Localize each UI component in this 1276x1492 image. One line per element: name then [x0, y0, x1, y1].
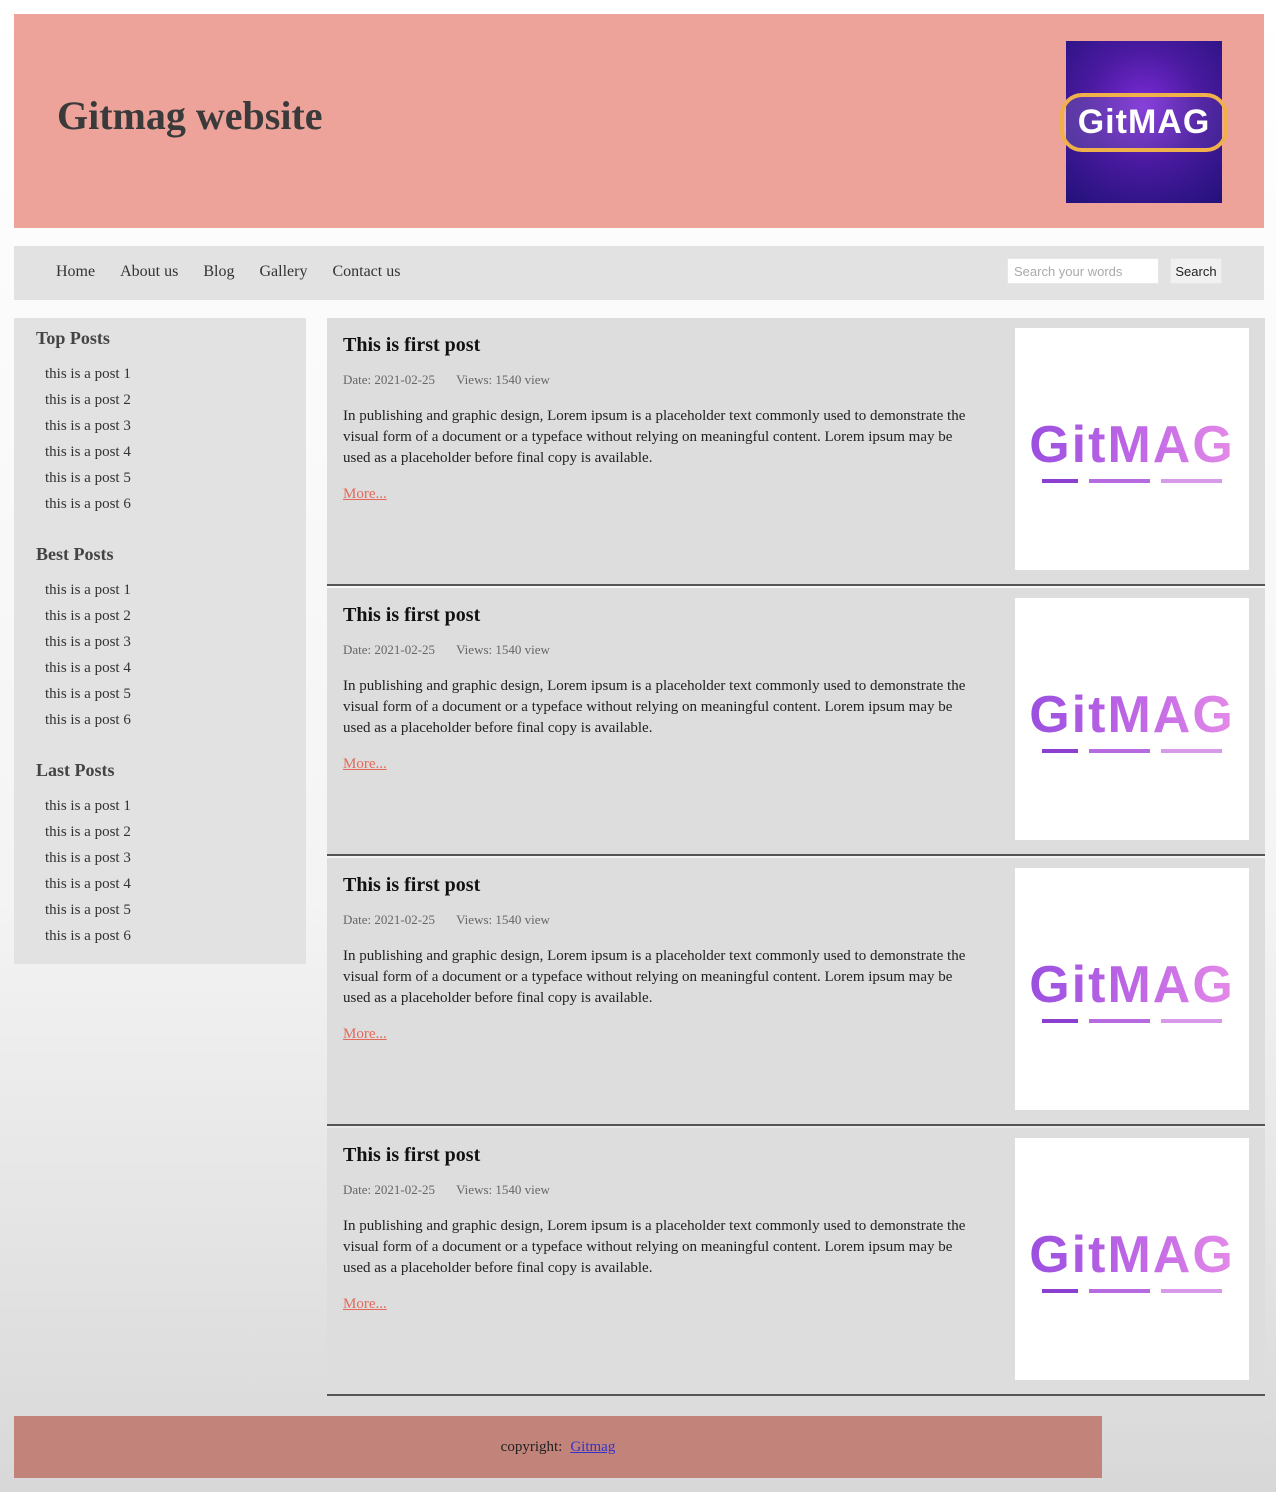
sidebar: Top Posts this is a post 1 this is a pos… [14, 318, 306, 964]
sidebar-post-link[interactable]: this is a post 2 [45, 387, 131, 413]
sidebar-post-link[interactable]: this is a post 4 [45, 439, 131, 465]
post-body: In publishing and graphic design, Lorem … [343, 678, 966, 736]
post-views: Views: 1540 view [456, 372, 550, 387]
search-input[interactable] [1007, 258, 1159, 284]
post-meta: Date: 2021-02-25 Views: 1540 view [343, 372, 568, 388]
sidebar-post-link[interactable]: this is a post 2 [45, 603, 131, 629]
post-card: This is first post Date: 2021-02-25 View… [327, 1128, 1265, 1396]
nav-blog[interactable]: Blog [203, 263, 234, 281]
sidebar-post-link[interactable]: this is a post 4 [45, 871, 131, 897]
nav-home[interactable]: Home [56, 263, 95, 281]
nav-links: Home About us Blog Gallery Contact us [56, 263, 400, 281]
post-title[interactable]: This is first post [343, 874, 480, 897]
sidebar-post-link[interactable]: this is a post 6 [45, 923, 131, 949]
post-meta: Date: 2021-02-25 Views: 1540 view [343, 1182, 568, 1198]
navbar: Home About us Blog Gallery Contact us Se… [14, 246, 1264, 300]
logo-subtitle-stroke [1042, 1019, 1222, 1023]
post-card: This is first post Date: 2021-02-25 View… [327, 588, 1265, 856]
footer-gitmag-link[interactable]: Gitmag [570, 1439, 615, 1456]
top-posts-section: Top Posts this is a post 1 this is a pos… [36, 328, 131, 517]
nav-gallery[interactable]: Gallery [259, 263, 307, 281]
post-more-link[interactable]: More... [343, 1296, 387, 1313]
best-posts-section: Best Posts this is a post 1 this is a po… [36, 544, 131, 733]
top-posts-list: this is a post 1 this is a post 2 this i… [36, 361, 131, 517]
post-image-logo-text: GitMAG [1029, 956, 1235, 1014]
post-image: GitMAG [1015, 328, 1249, 570]
sidebar-post-link[interactable]: this is a post 5 [45, 681, 131, 707]
post-image: GitMAG [1015, 868, 1249, 1110]
post-more-link[interactable]: More... [343, 1026, 387, 1043]
post-date: Date: 2021-02-25 [343, 912, 436, 927]
sidebar-post-link[interactable]: this is a post 1 [45, 577, 131, 603]
search-button[interactable]: Search [1170, 258, 1222, 284]
post-image: GitMAG [1015, 598, 1249, 840]
post-image-logo-text: GitMAG [1029, 416, 1235, 474]
post-title[interactable]: This is first post [343, 334, 480, 357]
post-views: Views: 1540 view [456, 642, 550, 657]
post-date: Date: 2021-02-25 [343, 372, 436, 387]
logo-subtitle-stroke [1042, 749, 1222, 753]
site-header: Gitmag website GitMAG [14, 14, 1264, 228]
sidebar-post-link[interactable]: this is a post 3 [45, 629, 131, 655]
post-views: Views: 1540 view [456, 1182, 550, 1197]
nav-about-us[interactable]: About us [120, 263, 178, 281]
best-posts-heading: Best Posts [36, 544, 114, 564]
post-body: In publishing and graphic design, Lorem … [343, 408, 966, 466]
post-body: In publishing and graphic design, Lorem … [343, 948, 966, 1006]
site-title: Gitmag website [57, 93, 323, 138]
sidebar-post-link[interactable]: this is a post 1 [45, 361, 131, 387]
post-image-logo-text: GitMAG [1029, 1226, 1235, 1284]
post-title[interactable]: This is first post [343, 1144, 480, 1167]
post-date: Date: 2021-02-25 [343, 1182, 436, 1197]
header-logo-text: GitMAG [1059, 92, 1229, 152]
nav-contact-us[interactable]: Contact us [332, 263, 400, 281]
post-meta: Date: 2021-02-25 Views: 1540 view [343, 642, 568, 658]
best-posts-list: this is a post 1 this is a post 2 this i… [36, 577, 131, 733]
sidebar-post-link[interactable]: this is a post 5 [45, 897, 131, 923]
last-posts-list: this is a post 1 this is a post 2 this i… [36, 793, 131, 949]
site-footer: copyright: Gitmag [14, 1416, 1102, 1478]
post-card: This is first post Date: 2021-02-25 View… [327, 318, 1265, 586]
sidebar-post-link[interactable]: this is a post 6 [45, 707, 131, 733]
sidebar-post-link[interactable]: this is a post 4 [45, 655, 131, 681]
post-date: Date: 2021-02-25 [343, 642, 436, 657]
top-posts-heading: Top Posts [36, 328, 110, 348]
last-posts-section: Last Posts this is a post 1 this is a po… [36, 760, 131, 949]
post-card: This is first post Date: 2021-02-25 View… [327, 858, 1265, 1126]
post-title[interactable]: This is first post [343, 604, 480, 627]
sidebar-post-link[interactable]: this is a post 6 [45, 491, 131, 517]
post-image: GitMAG [1015, 1138, 1249, 1380]
post-body: In publishing and graphic design, Lorem … [343, 1218, 966, 1276]
post-more-link[interactable]: More... [343, 486, 387, 503]
post-image-logo-text: GitMAG [1029, 686, 1235, 744]
post-views: Views: 1540 view [456, 912, 550, 927]
header-logo: GitMAG [1059, 41, 1229, 203]
logo-subtitle-stroke [1042, 1289, 1222, 1293]
post-more-link[interactable]: More... [343, 756, 387, 773]
logo-subtitle-stroke [1042, 479, 1222, 483]
sidebar-post-link[interactable]: this is a post 3 [45, 845, 131, 871]
sidebar-post-link[interactable]: this is a post 1 [45, 793, 131, 819]
sidebar-post-link[interactable]: this is a post 3 [45, 413, 131, 439]
sidebar-post-link[interactable]: this is a post 5 [45, 465, 131, 491]
last-posts-heading: Last Posts [36, 760, 115, 780]
sidebar-post-link[interactable]: this is a post 2 [45, 819, 131, 845]
post-meta: Date: 2021-02-25 Views: 1540 view [343, 912, 568, 928]
footer-copyright-text: copyright: [500, 1438, 563, 1455]
